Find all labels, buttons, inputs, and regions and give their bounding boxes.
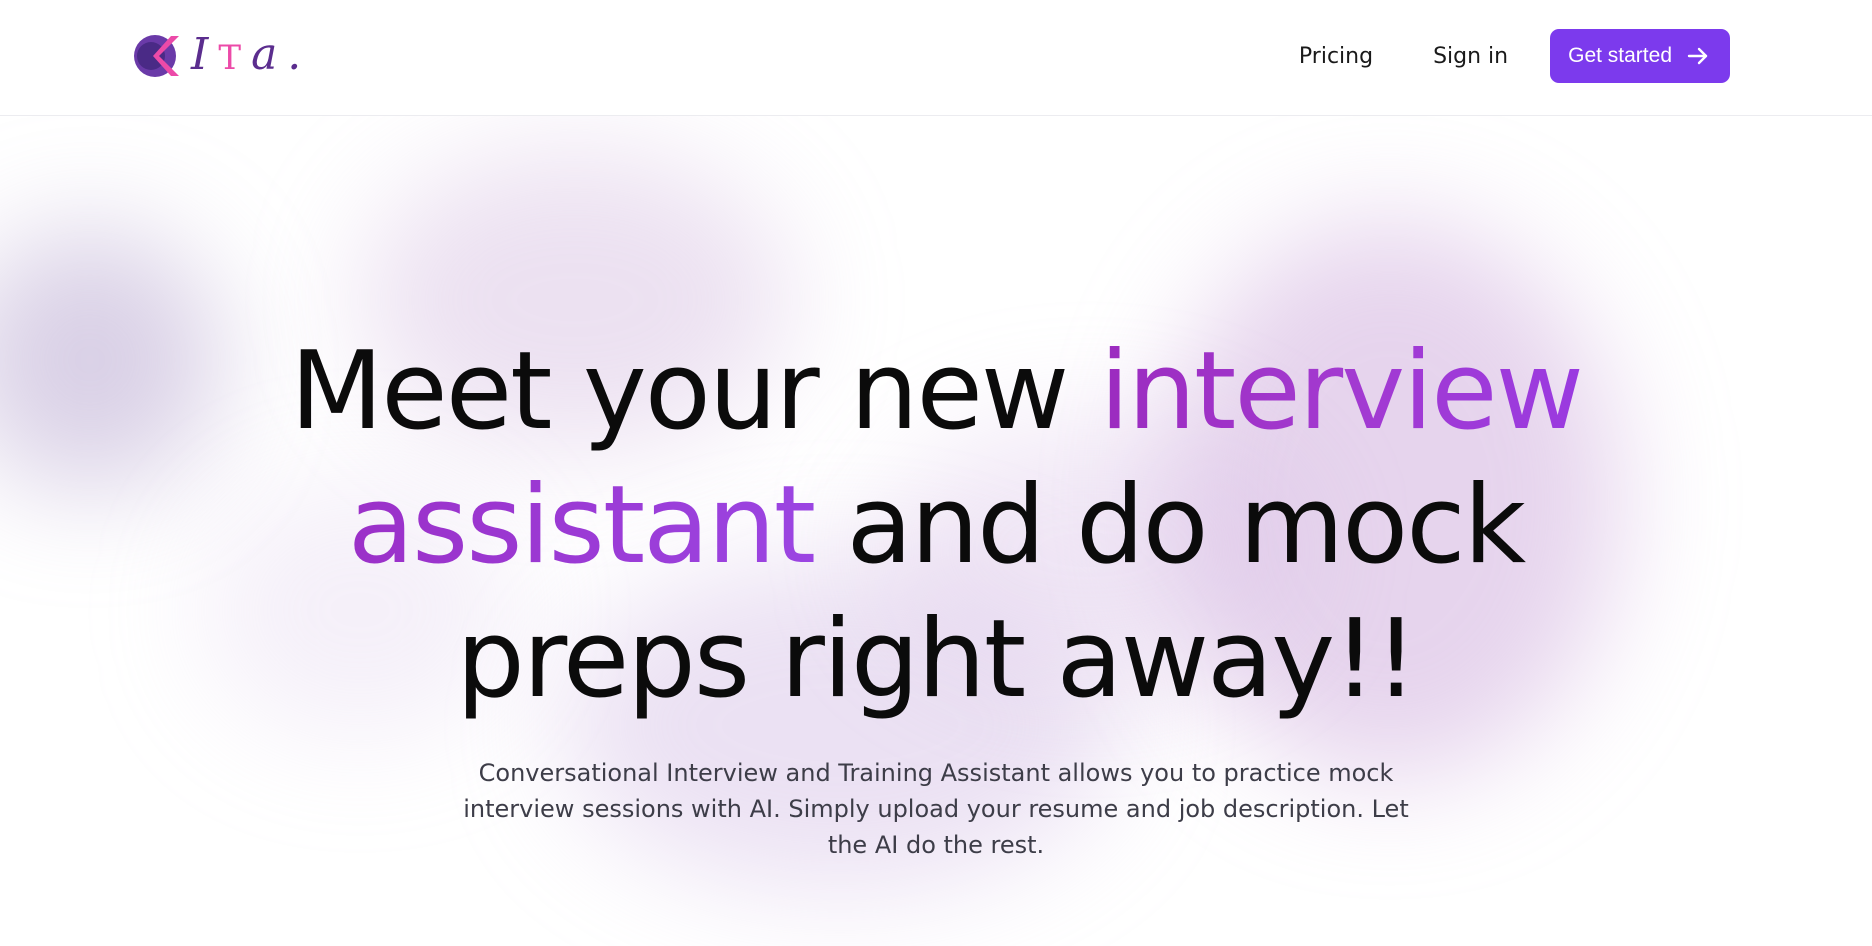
nav-signin-link[interactable]: Sign in [1433,44,1508,69]
top-navbar: ITa. Pricing Sign in Get started [0,0,1872,116]
headline-highlight: assistant [347,463,816,588]
landing-page: ITa. Pricing Sign in Get started Meet yo… [0,0,1872,946]
brand-wordmark: ITa. [191,28,312,80]
headline-text: Meet your new [290,329,1100,454]
main-nav: Pricing Sign in Get started [1299,29,1730,83]
get-started-button[interactable]: Get started [1550,29,1730,83]
hero-subtitle: Conversational Interview and Training As… [463,759,1409,859]
brand-logo[interactable]: ITa. [133,28,312,82]
headline-highlight: interview [1099,329,1584,454]
hero-section: Meet your new interview assistant and do… [0,325,1872,863]
nav-pricing-link[interactable]: Pricing [1299,44,1373,69]
hero-headline: Meet your new interview assistant and do… [226,325,1646,727]
logo-mark-icon [134,35,179,77]
get-started-label: Get started [1568,44,1672,67]
arrow-right-icon [1687,47,1708,65]
